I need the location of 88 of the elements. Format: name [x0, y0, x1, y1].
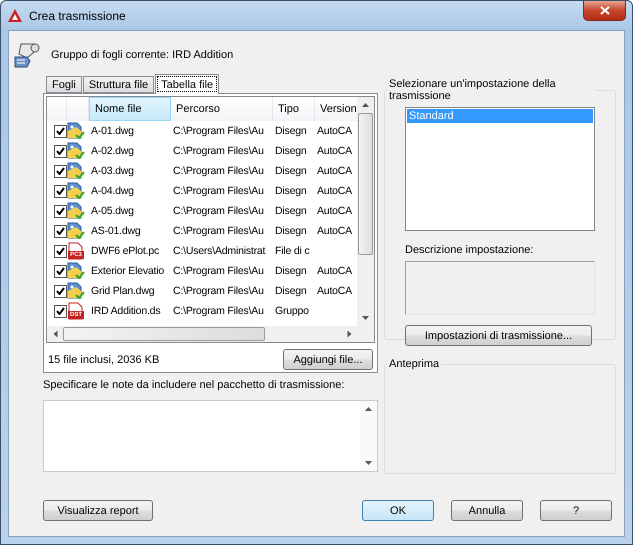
file-type: Disegn	[274, 185, 306, 197]
file-version: AutoCA	[316, 285, 352, 297]
dialog-button[interactable]: ?	[540, 500, 612, 521]
setup-legend: Selezionare un'impostazione della trasmissione	[387, 78, 595, 102]
file-path: C:\Program Files\Au	[172, 185, 264, 197]
file-name: A-05.dwg	[90, 205, 134, 217]
scroll-left-icon[interactable]	[53, 330, 57, 338]
scroll-up-icon[interactable]	[362, 103, 369, 107]
file-name: Exterior Elevatio	[90, 265, 164, 277]
column-header[interactable]: Percorso	[171, 97, 273, 121]
file-name: AS-01.dwg	[90, 225, 141, 237]
file-path: C:\Program Files\Au	[172, 225, 264, 237]
file-path: C:\Users\Administrat	[172, 245, 266, 257]
checkbox[interactable]	[54, 304, 67, 318]
file-type: Disegn	[274, 125, 306, 137]
file-name: IRD Addition.ds	[90, 305, 160, 317]
file-version: AutoCA	[316, 265, 352, 277]
preview-legend: Anteprima	[387, 358, 442, 370]
drawing-file-icon	[67, 122, 85, 140]
scroll-right-icon[interactable]	[347, 330, 351, 338]
scroll-down-icon[interactable]	[362, 316, 369, 320]
file-path: C:\Program Files\Au	[172, 165, 264, 177]
checkbox[interactable]	[54, 124, 67, 138]
checkbox[interactable]	[54, 164, 67, 178]
file-name: A-02.dwg	[90, 145, 134, 157]
dialog-button[interactable]: OK	[362, 500, 434, 521]
add-files-button[interactable]: Aggiungi file...	[283, 349, 373, 370]
file-type: Disegn	[274, 205, 306, 217]
files-summary: 15 file inclusi, 2036 KB	[48, 354, 160, 366]
checkbox[interactable]	[54, 144, 67, 158]
vertical-scrollbar[interactable]	[357, 97, 374, 326]
dialog-button[interactable]: Visualizza report	[43, 500, 153, 521]
file-name: A-01.dwg	[90, 125, 134, 137]
tab[interactable]: Struttura file	[82, 76, 154, 93]
file-path: C:\Program Files\Au	[172, 205, 264, 217]
dialog-button[interactable]: Annulla	[451, 500, 523, 521]
file-version: AutoCA	[316, 185, 352, 197]
checkbox[interactable]	[54, 184, 67, 198]
notes-field[interactable]	[43, 400, 378, 472]
file-type: Disegn	[274, 165, 306, 177]
file-name: A-04.dwg	[90, 185, 134, 197]
file-path: C:\Program Files\Au	[172, 285, 264, 297]
checkbox[interactable]	[54, 284, 67, 298]
file-version: AutoCA	[316, 225, 352, 237]
drawing-file-icon	[67, 142, 85, 160]
sheet-set-label: Gruppo di fogli corrente: IRD Addition	[51, 49, 234, 61]
file-type: Disegn	[274, 225, 306, 237]
file-name: Grid Plan.dwg	[90, 285, 154, 297]
column-header[interactable]: Tipo	[273, 97, 315, 121]
scroll-down-icon[interactable]	[365, 461, 372, 465]
file-path: C:\Program Files\Au	[172, 305, 264, 317]
scroll-up-icon[interactable]	[365, 407, 372, 411]
checkbox[interactable]	[54, 204, 67, 218]
file-path: C:\Program Files\Au	[172, 125, 264, 137]
checkbox[interactable]	[54, 244, 67, 258]
drawing-file-icon	[67, 262, 85, 280]
file-version: AutoCA	[316, 125, 352, 137]
file-type: Disegn	[274, 145, 306, 157]
column-header[interactable]: Nome file	[89, 97, 171, 121]
file-type: Disegn	[274, 285, 306, 297]
close-icon	[600, 6, 610, 15]
file-name: A-03.dwg	[90, 165, 134, 177]
setup-button[interactable]: Impostazioni di trasmissione...	[405, 325, 592, 346]
notes-label: Specificare le note da includere nel pacchetto di trasmissione:	[43, 379, 346, 391]
file-type: File di c	[274, 245, 310, 257]
sheet-set-icon	[13, 41, 41, 69]
app-logo-icon	[8, 8, 22, 22]
drawing-file-icon	[67, 202, 85, 220]
drawing-file-icon	[67, 222, 85, 240]
file-type: Disegn	[274, 265, 306, 277]
file-version: AutoCA	[316, 145, 352, 157]
window-title: Crea trasmissione	[29, 8, 126, 22]
horizontal-scrollbar[interactable]	[47, 326, 357, 342]
checkbox[interactable]	[54, 264, 67, 278]
file-path: C:\Program Files\Au	[172, 265, 264, 277]
file-path: C:\Program Files\Au	[172, 145, 264, 157]
close-button[interactable]	[583, 1, 626, 21]
file-version: AutoCA	[316, 205, 352, 217]
drawing-file-icon	[67, 182, 85, 200]
file-name: DWF6 ePlot.pc	[90, 245, 160, 257]
checkbox[interactable]	[54, 224, 67, 238]
description-label: Descrizione impostazione:	[405, 244, 534, 256]
tab[interactable]: Fogli	[46, 76, 82, 93]
drawing-file-icon	[67, 282, 85, 300]
file-version: AutoCA	[316, 165, 352, 177]
tab[interactable]: Tabella file	[155, 74, 220, 94]
drawing-file-icon	[67, 162, 85, 180]
file-type: Gruppo	[274, 305, 309, 317]
